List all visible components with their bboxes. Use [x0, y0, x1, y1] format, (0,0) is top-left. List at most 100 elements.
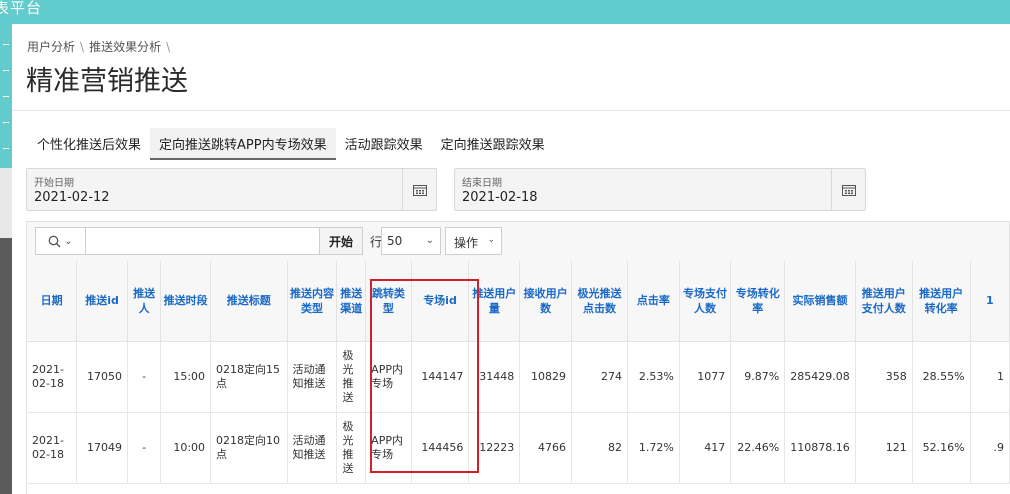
- go-button[interactable]: 开始: [319, 228, 362, 254]
- table-cell: 2.53%: [627, 341, 680, 413]
- table-cell: 358: [855, 341, 913, 413]
- table-cell: 10:00: [160, 412, 212, 484]
- table-cell: 52.16%: [912, 412, 971, 484]
- tab-personalized-push[interactable]: 个性化推送后效果: [28, 128, 150, 160]
- table-cell: 0218定向15点: [210, 341, 288, 413]
- table-cell: 2021-02-18: [27, 341, 78, 413]
- column-header[interactable]: 推送id: [76, 261, 128, 342]
- table-cell: 144456: [411, 412, 470, 484]
- table-cell: 17049: [76, 412, 128, 484]
- column-header[interactable]: 跳转类型: [365, 261, 412, 342]
- table-cell: 2021-02-18: [27, 412, 78, 484]
- table-cell: 活动通知推送: [287, 341, 338, 413]
- actions-label: 操作: [454, 236, 479, 250]
- chevron-down-icon: ⌄: [425, 235, 434, 246]
- tab-activity-tracking[interactable]: 活动跟踪效果: [336, 128, 432, 160]
- column-header[interactable]: 极光推送点击数: [571, 261, 629, 342]
- column-header[interactable]: 点击率: [627, 261, 680, 342]
- divider: [12, 110, 1010, 111]
- search-column-button[interactable]: ⌄: [36, 228, 86, 254]
- end-date-label: 结束日期: [462, 178, 502, 189]
- app-title: 表平台: [0, 0, 43, 17]
- table-cell: 31448: [468, 341, 521, 413]
- table-cell: 28.55%: [912, 341, 971, 413]
- column-header[interactable]: 1: [970, 261, 1010, 342]
- column-header[interactable]: 推送渠道: [336, 261, 367, 342]
- table-cell: 22.46%: [730, 412, 786, 484]
- actions-menu-button[interactable]: 操作 ⌄: [445, 227, 502, 255]
- tab-targeted-push-app-special[interactable]: 定向推送跳转APP内专场效果: [150, 128, 336, 160]
- table-cell: 12223: [468, 412, 521, 484]
- table-cell: -: [127, 341, 162, 413]
- calendar-icon[interactable]: [831, 169, 865, 210]
- table-cell: 10829: [519, 341, 572, 413]
- start-date-value[interactable]: 2021-02-12: [34, 190, 110, 205]
- table-cell: APP内专场: [365, 412, 412, 484]
- table-cell: 4766: [519, 412, 572, 484]
- table-cell: 活动通知推送: [287, 412, 338, 484]
- breadcrumb-separator: \: [80, 40, 85, 54]
- table-row: 2021-02-18 17050 - 15:00 0218定向15点 活动通知推…: [27, 341, 1010, 413]
- end-date-value[interactable]: 2021-02-18: [462, 190, 538, 205]
- nav-mark[interactable]: [3, 70, 9, 71]
- rows-per-page-value: 50: [387, 234, 403, 248]
- calendar-icon[interactable]: [402, 169, 436, 210]
- table-cell: 极光推送: [336, 341, 367, 413]
- nav-mark[interactable]: [3, 148, 9, 149]
- search-bar: ⌄ 开始: [35, 227, 363, 255]
- chevron-down-icon: ⌄: [64, 235, 73, 247]
- tab-bar: 个性化推送后效果 定向推送跳转APP内专场效果 活动跟踪效果 定向推送跟踪效果: [28, 128, 554, 160]
- column-header[interactable]: 推送标题: [210, 261, 288, 342]
- nav-mark[interactable]: [3, 44, 9, 45]
- table-cell: 极光推送: [336, 412, 367, 484]
- left-nav-section: [0, 168, 12, 238]
- column-header[interactable]: 推送时段: [160, 261, 212, 342]
- breadcrumb-separator: \: [166, 40, 171, 54]
- chevron-down-icon: ⌄: [487, 235, 495, 245]
- table-cell: 0218定向10点: [210, 412, 288, 484]
- data-table: 日期 推送id 推送人 推送时段 推送标题 推送内容类型 推送渠道 跳转类型 专…: [27, 261, 1010, 484]
- table-cell: .9: [970, 412, 1010, 484]
- column-header[interactable]: 推送用户转化率: [912, 261, 971, 342]
- column-header[interactable]: 推送人: [127, 261, 162, 342]
- search-icon: [48, 235, 61, 247]
- search-input[interactable]: [87, 228, 307, 254]
- start-date-field[interactable]: 开始日期 2021-02-12: [26, 168, 437, 211]
- table-cell: 1: [970, 341, 1010, 413]
- nav-mark[interactable]: [3, 122, 9, 123]
- top-bar: 表平台: [0, 0, 1010, 24]
- table-cell: 17050: [76, 341, 128, 413]
- breadcrumb: 用户分析 \ 推送效果分析 \: [27, 38, 175, 55]
- column-header[interactable]: 日期: [27, 261, 78, 342]
- table-cell: 121: [855, 412, 913, 484]
- table-cell: 9.87%: [730, 341, 786, 413]
- left-nav: [0, 24, 12, 494]
- table-cell: 110878.16: [784, 412, 856, 484]
- column-header[interactable]: 专场转化率: [730, 261, 786, 342]
- main-content: 用户分析 \ 推送效果分析 \ 精准营销推送 个性化推送后效果 定向推送跳转APP内专…: [12, 24, 1010, 494]
- report-toolbar: ⌄ 开始 行 50 ⌄ 操作 ⌄: [26, 221, 1010, 261]
- table-cell: -: [127, 412, 162, 484]
- breadcrumb-item[interactable]: 用户分析: [27, 40, 75, 54]
- rows-per-page-select[interactable]: 50 ⌄: [381, 227, 441, 255]
- table-row: 2021-02-18 17049 - 10:00 0218定向10点 活动通知推…: [27, 412, 1010, 484]
- table-header-row: 日期 推送id 推送人 推送时段 推送标题 推送内容类型 推送渠道 跳转类型 专…: [27, 261, 1010, 342]
- table-cell: 1.72%: [627, 412, 680, 484]
- report-grid: 日期 推送id 推送人 推送时段 推送标题 推送内容类型 推送渠道 跳转类型 专…: [26, 261, 1010, 494]
- end-date-field[interactable]: 结束日期 2021-02-18: [454, 168, 866, 211]
- column-header[interactable]: 专场支付人数: [679, 261, 732, 342]
- column-header[interactable]: 专场id: [411, 261, 470, 342]
- column-header[interactable]: 推送用户支付人数: [855, 261, 913, 342]
- table-cell: 144147: [411, 341, 470, 413]
- column-header[interactable]: 接收用户数: [519, 261, 572, 342]
- column-header[interactable]: 推送用户量: [468, 261, 521, 342]
- tab-targeted-push-tracking[interactable]: 定向推送跟踪效果: [432, 128, 554, 160]
- breadcrumb-item[interactable]: 推送效果分析: [89, 40, 161, 54]
- left-nav-accent: [0, 24, 12, 168]
- table-cell: 15:00: [160, 341, 212, 413]
- nav-mark[interactable]: [3, 96, 9, 97]
- table-cell: 274: [571, 341, 629, 413]
- column-header[interactable]: 实际销售额: [784, 261, 856, 342]
- column-header[interactable]: 推送内容类型: [287, 261, 338, 342]
- table-cell: APP内专场: [365, 341, 412, 413]
